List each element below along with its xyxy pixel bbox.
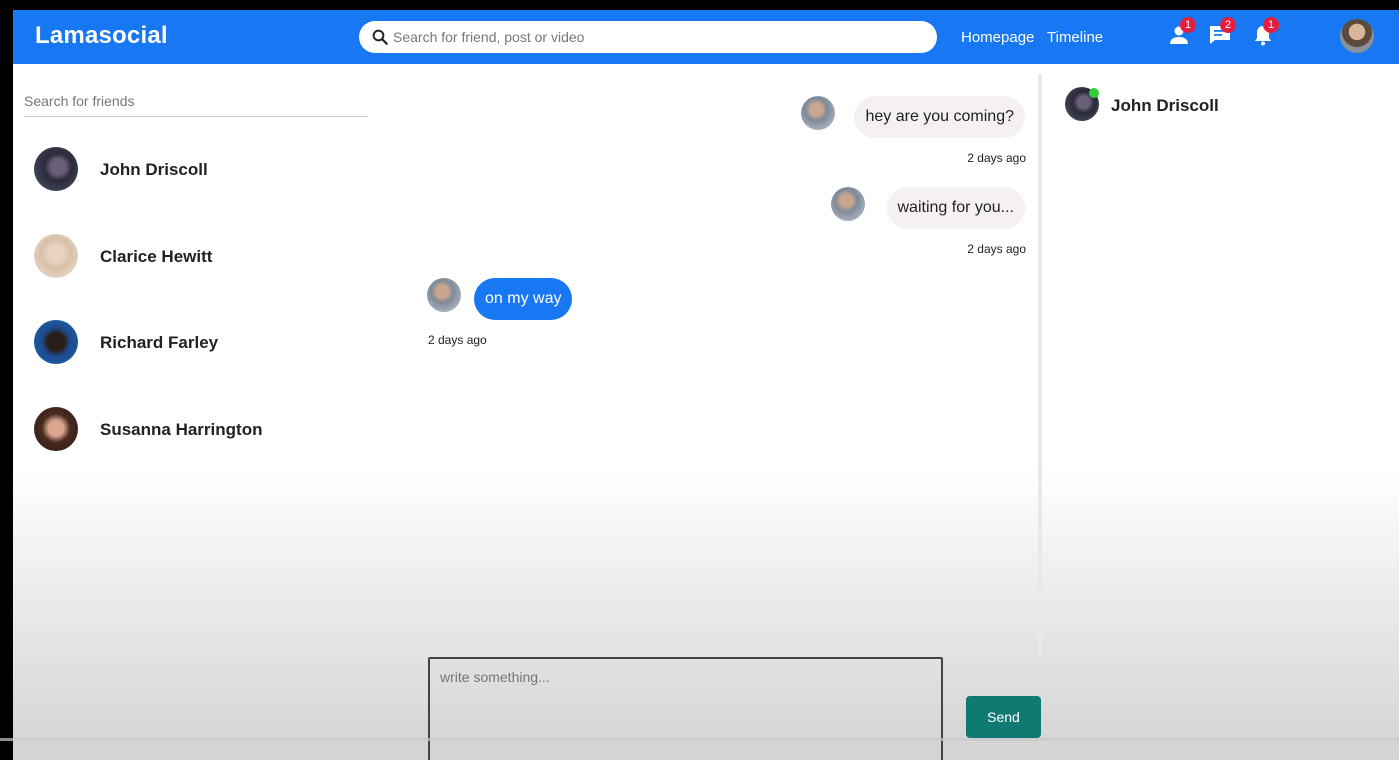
message-bubble-own: on my way bbox=[474, 278, 573, 320]
message-avatar bbox=[427, 278, 461, 312]
friend-name: Richard Farley bbox=[100, 333, 219, 352]
friend-requests-button[interactable]: 1 bbox=[1168, 17, 1196, 49]
search-icon bbox=[372, 29, 388, 45]
friend-name: John Driscoll bbox=[100, 160, 208, 179]
message-timestamp: 2 days ago bbox=[967, 242, 1026, 256]
friend-item-john-driscoll[interactable]: John Driscoll bbox=[34, 147, 354, 191]
divider bbox=[1038, 74, 1042, 654]
video-progress-bar bbox=[0, 738, 1399, 741]
friend-search-input[interactable] bbox=[24, 85, 368, 117]
friend-requests-badge: 1 bbox=[1180, 17, 1196, 33]
online-friend-john-driscoll[interactable]: John Driscoll bbox=[1065, 87, 1365, 123]
messages-badge: 2 bbox=[1220, 17, 1236, 33]
avatar bbox=[34, 147, 78, 191]
online-status-dot bbox=[1089, 88, 1099, 98]
notifications-button[interactable]: 1 bbox=[1251, 17, 1279, 49]
top-bar: Lamasocial Homepage Timeline 1 2 bbox=[13, 10, 1399, 64]
friend-item-richard-farley[interactable]: Richard Farley bbox=[34, 320, 354, 364]
logo[interactable]: Lamasocial bbox=[35, 22, 168, 50]
message-avatar bbox=[831, 187, 865, 221]
profile-avatar[interactable] bbox=[1340, 19, 1374, 53]
friend-name: Clarice Hewitt bbox=[100, 247, 213, 266]
avatar bbox=[34, 407, 78, 451]
homepage-link[interactable]: Homepage bbox=[961, 29, 1034, 46]
friend-name: Susanna Harrington bbox=[100, 420, 263, 439]
timeline-link[interactable]: Timeline bbox=[1047, 29, 1103, 46]
friend-item-susanna-harrington[interactable]: Susanna Harrington bbox=[34, 407, 354, 451]
avatar bbox=[34, 320, 78, 364]
message-timestamp: 2 days ago bbox=[967, 151, 1026, 165]
search-input[interactable] bbox=[393, 21, 913, 53]
messages-button[interactable]: 2 bbox=[1208, 17, 1236, 49]
message-timestamp: 2 days ago bbox=[428, 333, 487, 347]
message-avatar bbox=[801, 96, 835, 130]
avatar bbox=[34, 234, 78, 278]
notifications-badge: 1 bbox=[1263, 17, 1279, 33]
message-bubble: hey are you coming? bbox=[854, 96, 1025, 138]
message-input[interactable] bbox=[428, 657, 943, 760]
friend-item-clarice-hewitt[interactable]: Clarice Hewitt bbox=[34, 234, 354, 278]
send-button[interactable]: Send bbox=[966, 696, 1041, 738]
app-window: Lamasocial Homepage Timeline 1 2 bbox=[13, 10, 1399, 760]
online-friend-name: John Driscoll bbox=[1111, 96, 1219, 115]
search-bar[interactable] bbox=[359, 21, 937, 53]
message-bubble: waiting for you... bbox=[886, 187, 1025, 229]
